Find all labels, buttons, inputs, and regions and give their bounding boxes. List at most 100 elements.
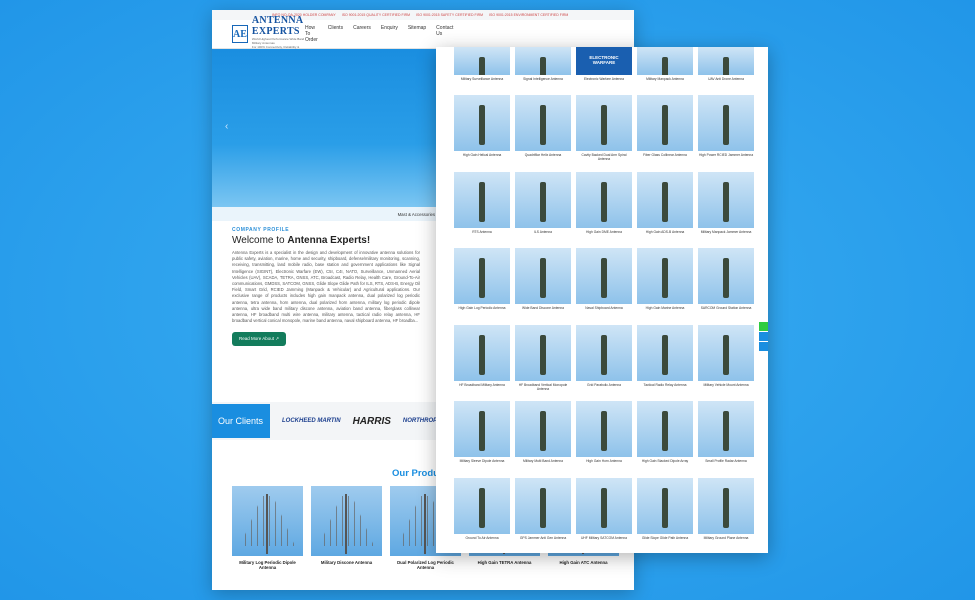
grid-product-caption: High Gain DME Antenna: [586, 229, 622, 234]
nav-careers[interactable]: Careers: [353, 25, 371, 43]
clients-title: Our Clients: [212, 404, 270, 438]
nav-enquiry[interactable]: Enquiry: [381, 25, 398, 43]
grid-product-card[interactable]: Military Ground Plane Antenna: [698, 477, 754, 554]
grid-product-caption: High Gain Helical Antenna: [462, 153, 502, 157]
read-more-button[interactable]: Read More About ↗: [232, 332, 287, 347]
product-image: [232, 486, 303, 556]
grid-product-image: [637, 95, 693, 151]
grid-product-card[interactable]: Grid Parabolic Antenna: [576, 324, 632, 402]
grid-product-image: [698, 47, 754, 75]
grid-product-card[interactable]: Quadrifilar Helix Antenna: [515, 95, 571, 172]
grid-product-caption: Military Manpack Antenna: [646, 77, 684, 81]
grid-product-image: [454, 401, 510, 457]
grid-product-card[interactable]: UHF Military SATCOM Antenna: [576, 477, 632, 554]
grid-product-card[interactable]: Military Surveillance Antenna: [454, 47, 510, 95]
grid-product-card[interactable]: High Gain Log Periodic Antenna: [454, 248, 510, 325]
nav-clients[interactable]: Clients: [328, 25, 343, 43]
client-logo-harris: HARRIS: [352, 415, 391, 427]
grid-product-card[interactable]: High Gain Stacked Dipole Array: [637, 401, 693, 478]
grid-product-image: [698, 324, 754, 381]
topbar-item: ISO 9001:2015 ENVIRONMENT CERTIFIED FIRM: [489, 13, 569, 17]
grid-product-card[interactable]: GPS Jammer Anti Gen Antenna: [515, 477, 571, 554]
logo-mark: AE: [232, 25, 248, 43]
grid-product-card[interactable]: Military Vehicle Mount Antenna: [698, 324, 754, 402]
nav-contact-us[interactable]: Contact Us: [436, 25, 453, 43]
grid-product-caption: Military Surveillance Antenna: [460, 77, 504, 81]
grid-product-card[interactable]: Naval Shipboard Antenna: [576, 248, 632, 325]
grid-product-card[interactable]: UAV Anti Drone Antenna: [698, 47, 754, 95]
grid-product-caption: Cavity Backed Dual Arm Spiral Antenna: [581, 153, 627, 162]
grid-product-caption: Quadrifilar Helix Antenna: [524, 153, 562, 157]
grid-product-caption: High Gain ADS-B Antenna: [645, 229, 685, 234]
carousel-prev-arrow[interactable]: ‹: [225, 121, 228, 132]
grid-product-card[interactable]: Tactical Radio Relay Antenna: [637, 324, 693, 402]
grid-product-caption: SARCOM Ground Station Antenna: [700, 306, 752, 310]
grid-product-caption: ILS Antenna: [534, 229, 552, 234]
nav-how-to-order[interactable]: How To Order: [305, 25, 318, 43]
grid-product-image: [698, 477, 754, 534]
grid-product-card[interactable]: Signal Intelligence Antenna: [515, 47, 571, 95]
side-floating-icons: [759, 322, 768, 352]
grid-product-caption: Naval Shipboard Antenna: [585, 306, 623, 310]
subnav-mast-accessories[interactable]: Mast & Accessories: [398, 212, 436, 217]
site-logo[interactable]: AE ANTENNA EXPERTS World Highest Perform…: [232, 15, 305, 53]
grid-product-image: [576, 324, 632, 381]
phone-icon[interactable]: [759, 332, 768, 341]
grid-product-caption: High Power RCIED Jammer Antenna: [698, 153, 754, 157]
grid-product-image: [454, 248, 510, 304]
grid-product-card[interactable]: Small Profile Radar Antenna: [698, 401, 754, 478]
grid-product-card[interactable]: Wide Band Discone Antenna: [515, 248, 571, 325]
grid-product-card[interactable]: HF Broadband Military Antenna: [454, 324, 510, 402]
grid-product-card[interactable]: ILS Antenna: [515, 171, 571, 249]
grid-product-card[interactable]: HF Broadband Vertical Monopole Antenna: [515, 324, 571, 402]
grid-product-card[interactable]: Cavity Backed Dual Arm Spiral Antenna: [576, 95, 632, 172]
grid-product-caption: High Gain Horn Antenna: [586, 459, 622, 463]
grid-product-card[interactable]: High Gain DME Antenna: [576, 171, 632, 249]
grid-product-card[interactable]: ELECTRONIC WARFARE Electronic Warfare Ant…: [576, 47, 632, 95]
grid-product-card[interactable]: Military Manpack Antenna: [637, 47, 693, 95]
grid-product-image: [454, 477, 510, 534]
grid-product-image: [576, 248, 632, 304]
grid-product-image: [515, 401, 571, 457]
logo-subtitle: World Highest Performance Wide Band Mili…: [251, 37, 305, 45]
nav-sitemap[interactable]: Sitemap: [408, 25, 426, 43]
grid-product-image: [637, 47, 693, 75]
logo-title: ANTENNA EXPERTS: [251, 15, 303, 37]
grid-product-image: [698, 95, 754, 151]
product-card[interactable]: Military Discone Antenna: [311, 486, 382, 570]
grid-product-caption: Military Ground Plane Antenna: [703, 535, 749, 540]
grid-product-card[interactable]: Military Sleeve Dipole Antenna: [454, 401, 510, 478]
grid-product-card[interactable]: High Gain Helical Antenna: [454, 95, 510, 172]
grid-product-caption: Military Manpack Jammer Antenna: [700, 229, 752, 234]
grid-product-card[interactable]: Fiber Glass Collinear Antenna: [637, 95, 693, 172]
grid-product-card[interactable]: Ground To Air Antenna: [454, 477, 510, 554]
grid-product-image: [454, 324, 510, 381]
product-card[interactable]: Military Log Periodic Dipole Antenna: [232, 486, 303, 570]
grid-product-image: [576, 95, 632, 151]
grid-product-card[interactable]: High Gain ADS-B Antenna: [637, 171, 693, 249]
grid-product-caption: UAV Anti Drone Antenna: [708, 77, 744, 81]
mail-icon[interactable]: [759, 342, 768, 351]
grid-product-card[interactable]: Military Manpack Jammer Antenna: [698, 171, 754, 249]
grid-product-caption: HF Broadband Military Antenna: [459, 382, 505, 387]
grid-product-image: [637, 324, 693, 381]
grid-product-card[interactable]: High Gain Horn Antenna: [576, 401, 632, 478]
grid-product-caption: Wide Band Discone Antenna: [522, 306, 564, 310]
grid-product-card[interactable]: Glide Slope Glide Path Antenna: [637, 477, 693, 554]
grid-product-card[interactable]: SARCOM Ground Station Antenna: [698, 248, 754, 325]
grid-product-card[interactable]: RTS Antenna: [454, 171, 510, 249]
whatsapp-icon[interactable]: [759, 322, 768, 331]
grid-product-image: [515, 324, 571, 381]
grid-product-card[interactable]: High Power RCIED Jammer Antenna: [698, 95, 754, 172]
grid-product-image: [637, 248, 693, 304]
grid-product-image: [698, 171, 754, 228]
grid-product-image: [576, 401, 632, 457]
grid-product-image: [637, 171, 693, 228]
grid-product-card[interactable]: High Gain Marine Antenna: [637, 248, 693, 325]
grid-product-image: [515, 248, 571, 304]
client-logo-lockheed: LOCKHEED MARTIN: [282, 418, 341, 424]
topbar-item: ISO 9001:2015 SAFETY CERTIFIED FIRM: [416, 13, 484, 17]
grid-product-card[interactable]: Military Multi Band Antenna: [515, 401, 571, 478]
grid-product-caption: Grid Parabolic Antenna: [587, 382, 621, 387]
product-caption: Dual Polarized Log Periodic Antenna: [397, 560, 454, 570]
